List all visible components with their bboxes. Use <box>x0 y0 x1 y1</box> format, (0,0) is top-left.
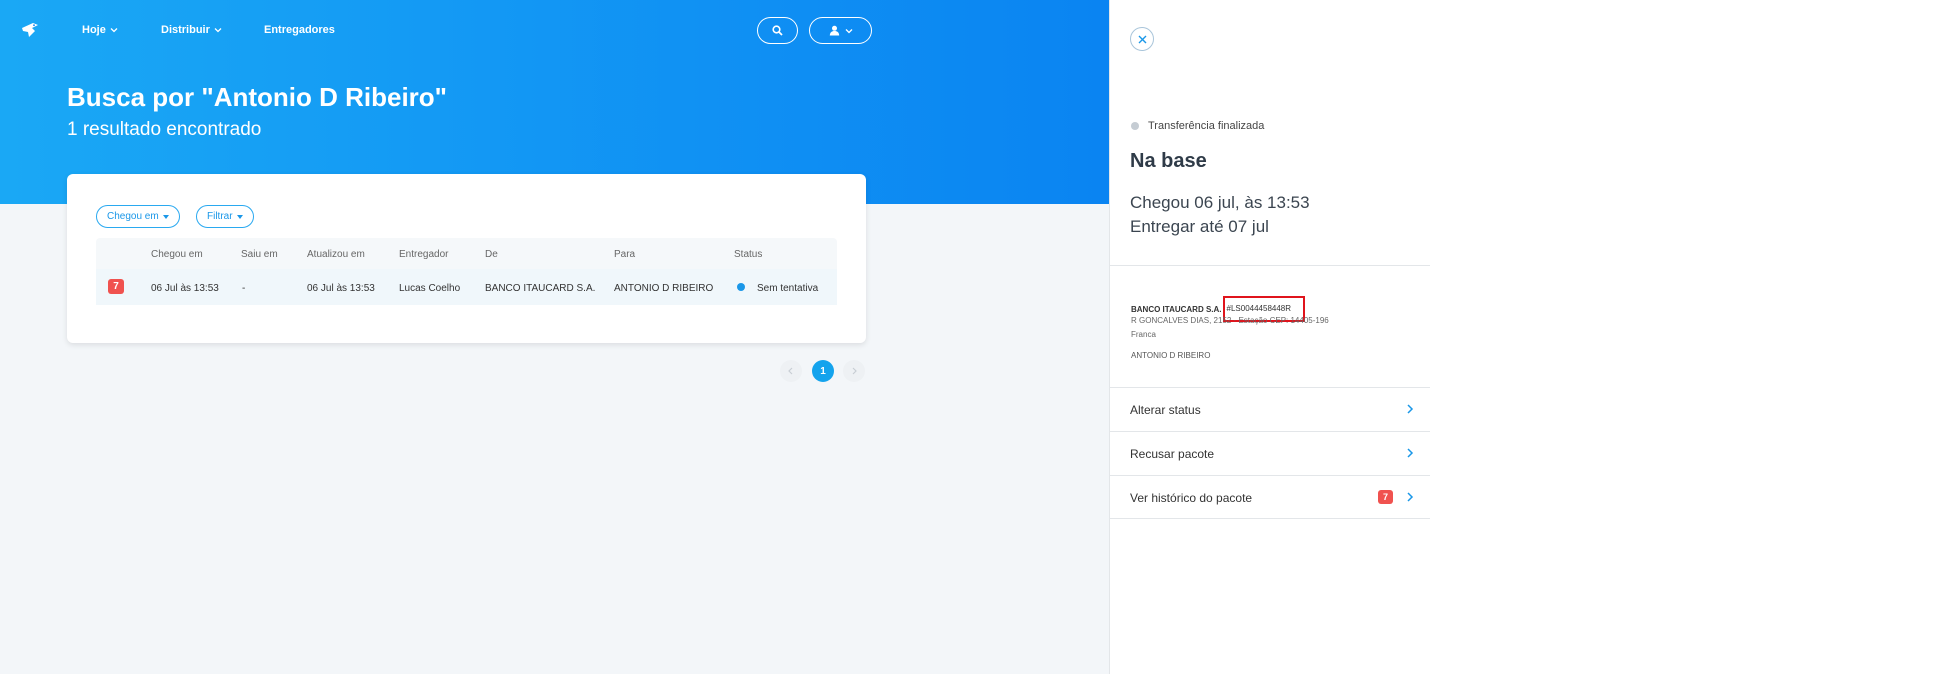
transfer-status: Transferência finalizada <box>1131 120 1264 132</box>
cell-status: Sem tentativa <box>757 283 819 294</box>
chevron-left-icon <box>788 367 793 375</box>
previous-page-button[interactable] <box>780 360 802 382</box>
attempts-badge: 7 <box>108 279 124 294</box>
main-area: Hoje Distribuir Entregadores Busca por "… <box>0 0 1109 674</box>
nav-today-label: Hoje <box>82 24 106 36</box>
page-title: Busca por "Antonio D Ribeiro" <box>67 82 447 112</box>
table-row[interactable]: 7 06 Jul às 13:53 - 06 Jul às 13:53 Luca… <box>96 269 837 305</box>
page-button-current[interactable]: 1 <box>812 360 834 382</box>
chevron-right-icon <box>1407 404 1414 414</box>
nav-distribute[interactable]: Distribuir <box>161 24 222 36</box>
divider <box>1110 265 1430 266</box>
nav-couriers-label: Entregadores <box>264 24 335 36</box>
change-status-action[interactable]: Alterar status <box>1110 387 1430 431</box>
chevron-down-icon <box>845 28 852 33</box>
package-detail-panel: Transferência finalizada Na base Chegou … <box>1109 0 1960 674</box>
action-label: Alterar status <box>1130 403 1201 417</box>
user-icon <box>829 25 839 36</box>
cell-left: - <box>242 283 246 294</box>
search-button[interactable] <box>757 17 798 44</box>
close-button[interactable] <box>1130 27 1154 51</box>
chevron-right-icon <box>852 367 857 375</box>
nav-today[interactable]: Hoje <box>82 24 118 36</box>
close-icon <box>1138 35 1146 43</box>
user-menu-button[interactable] <box>809 17 872 44</box>
column-header: Status <box>734 249 763 260</box>
address-city: Franca <box>1131 330 1156 339</box>
recipient-name: ANTONIO D RIBEIRO <box>1131 351 1211 360</box>
sender-name: BANCO ITAUCARD S.A. <box>1131 304 1222 314</box>
table-header: Chegou em Saiu em Atualizou em Entregado… <box>96 238 837 269</box>
cell-to: ANTONIO D RIBEIRO <box>614 283 714 294</box>
results-count: 1 resultado encontrado <box>67 119 262 140</box>
nav-distribute-label: Distribuir <box>161 24 210 36</box>
cell-arrived: 06 Jul às 13:53 <box>151 283 219 294</box>
transfer-status-label: Transferência finalizada <box>1148 120 1265 132</box>
cell-updated: 06 Jul às 13:53 <box>307 283 375 294</box>
caret-down-icon <box>236 214 243 219</box>
arrived-filter-button[interactable]: Chegou em <box>96 205 180 228</box>
logo-icon[interactable] <box>21 22 39 38</box>
deliver-by-date: Entregar até 07 jul <box>1130 217 1269 236</box>
column-header: De <box>485 249 498 260</box>
status-dot-icon <box>737 283 745 291</box>
chevron-down-icon <box>110 28 118 33</box>
chevron-right-icon <box>1407 448 1414 458</box>
filter-label: Filtrar <box>207 211 233 222</box>
next-page-button[interactable] <box>843 360 865 382</box>
chevron-right-icon <box>1407 492 1414 502</box>
caret-down-icon <box>162 214 169 219</box>
package-state-title: Na base <box>1130 150 1207 172</box>
cell-from: BANCO ITAUCARD S.A. <box>485 283 596 294</box>
filter-button[interactable]: Filtrar <box>196 205 254 228</box>
column-header: Atualizou em <box>307 249 365 260</box>
refuse-package-action[interactable]: Recusar pacote <box>1110 431 1430 475</box>
top-navigation: Hoje Distribuir Entregadores <box>0 0 1109 60</box>
results-card: Chegou em Filtrar Chegou em Saiu em Atua… <box>67 174 866 343</box>
column-header: Entregador <box>399 249 449 260</box>
search-icon <box>772 25 783 36</box>
column-header: Chegou em <box>151 249 203 260</box>
address-line: R GONCALVES DIAS, 2152 · Estação CEP: 14… <box>1131 316 1329 325</box>
history-count-badge: 7 <box>1378 490 1393 504</box>
cell-courier: Lucas Coelho <box>399 283 461 294</box>
status-dot-icon <box>1131 122 1139 130</box>
column-header: Para <box>614 249 636 260</box>
chevron-down-icon <box>214 28 222 33</box>
column-header: Saiu em <box>241 249 278 260</box>
arrived-filter-label: Chegou em <box>107 211 159 222</box>
arrived-date: Chegou 06 jul, às 13:53 <box>1130 193 1310 212</box>
package-history-action[interactable]: Ver histórico do pacote 7 <box>1110 475 1430 519</box>
action-label: Ver histórico do pacote <box>1130 491 1253 505</box>
action-label: Recusar pacote <box>1130 447 1215 461</box>
nav-couriers[interactable]: Entregadores <box>264 24 335 36</box>
